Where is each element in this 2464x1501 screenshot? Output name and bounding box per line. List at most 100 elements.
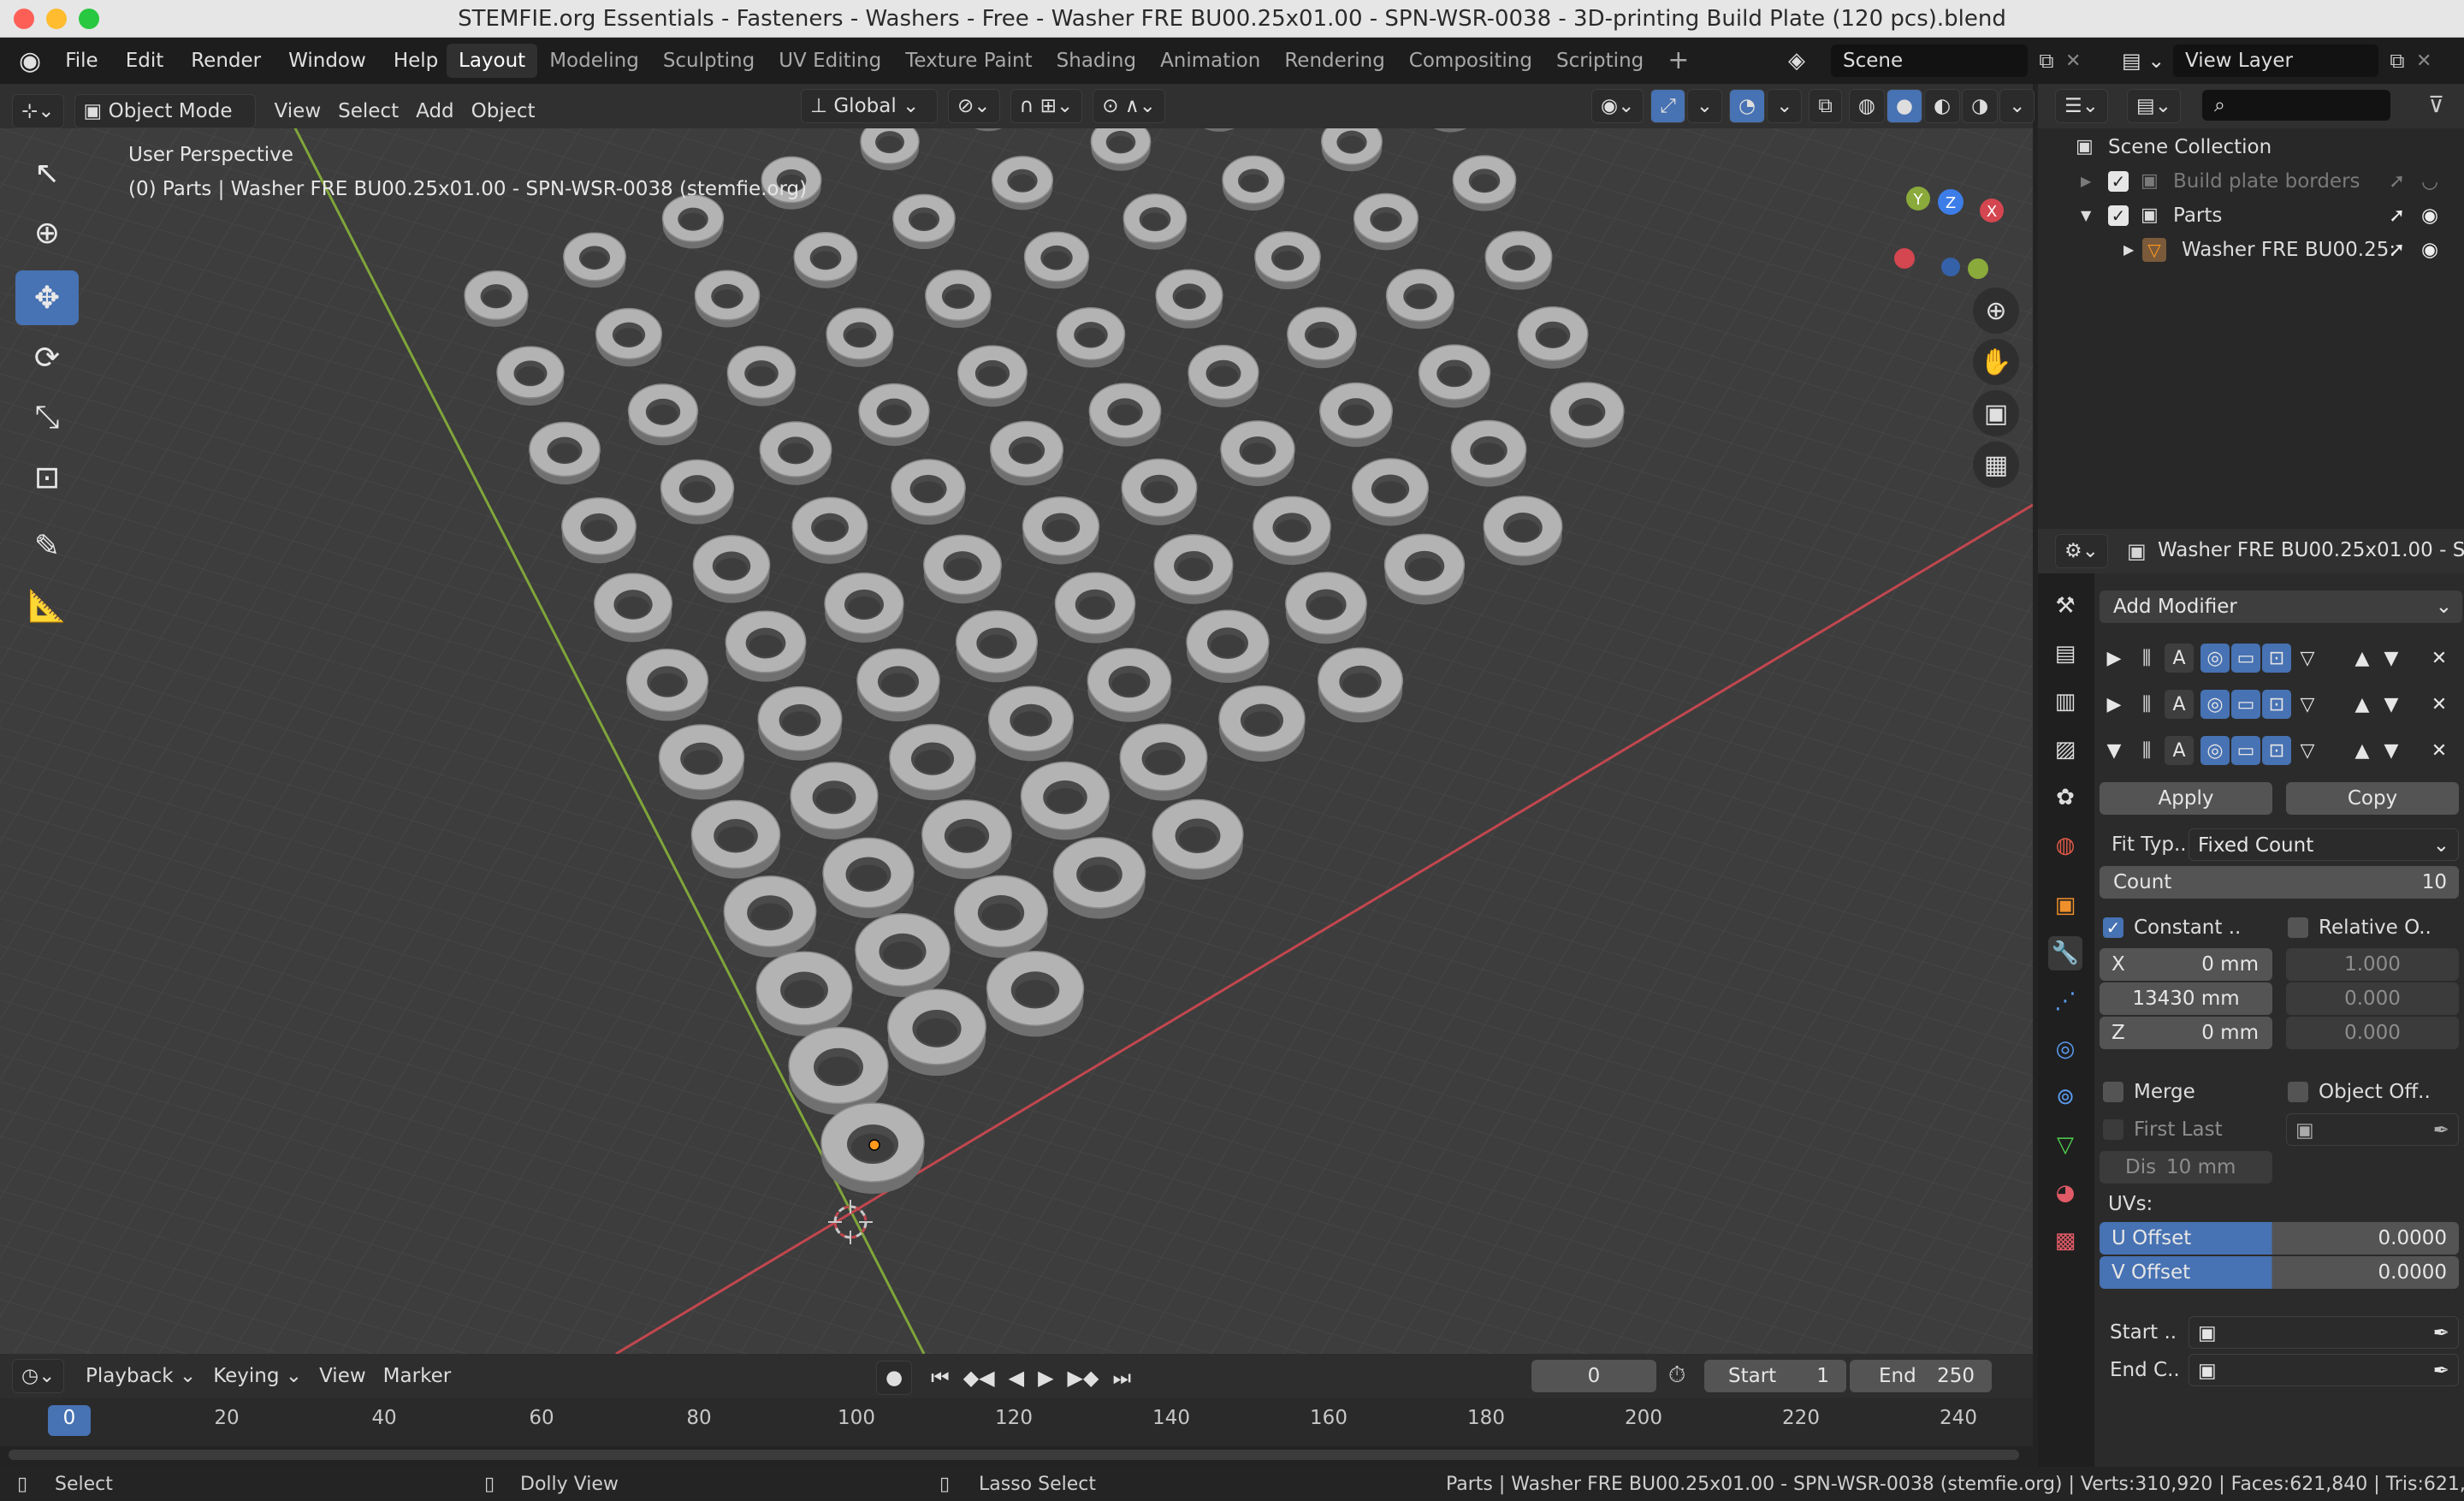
move-up-icon[interactable]: ▲: [2348, 644, 2377, 673]
washer[interactable]: [826, 307, 894, 367]
move-up-icon[interactable]: ▲: [2348, 690, 2377, 719]
menu-add[interactable]: Add: [407, 89, 463, 133]
menu-window[interactable]: Window: [275, 38, 380, 84]
pivot-point-icon[interactable]: ⊘⌄: [948, 89, 1000, 123]
delete-view-layer-icon[interactable]: ✕: [2416, 50, 2442, 72]
washer[interactable]: [759, 421, 832, 485]
remove-modifier-icon[interactable]: ✕: [2425, 644, 2454, 673]
menu-select[interactable]: Select: [329, 89, 407, 133]
washer[interactable]: [757, 685, 843, 761]
material-tab-icon[interactable]: ◕: [2048, 1176, 2082, 1210]
filter-icon[interactable]: ⊽: [2428, 92, 2444, 118]
washer[interactable]: [1285, 572, 1367, 644]
washer[interactable]: [887, 988, 986, 1077]
washer[interactable]: [991, 156, 1054, 211]
washer[interactable]: [793, 232, 858, 288]
washer[interactable]: [593, 573, 673, 643]
jump-end-icon[interactable]: ⏭: [1105, 1366, 1138, 1390]
ortho-grid-icon[interactable]: ▦: [1973, 442, 2019, 488]
delete-scene-icon[interactable]: ✕: [2065, 50, 2091, 72]
tab-rendering[interactable]: Rendering: [1272, 44, 1396, 78]
modifier-name-field[interactable]: A: [2165, 644, 2194, 673]
washer[interactable]: [563, 232, 626, 288]
overlays-menu-icon[interactable]: ⌄: [1767, 89, 1803, 123]
washer[interactable]: [987, 685, 1075, 762]
display-mode-icon[interactable]: ▤⌄: [2127, 89, 2182, 123]
washer[interactable]: [892, 193, 956, 250]
show-render-icon[interactable]: ⊡: [2262, 690, 2291, 719]
first-last-checkbox[interactable]: [2103, 1119, 2123, 1140]
washer[interactable]: [953, 875, 1049, 958]
show-viewport-icon[interactable]: ▭: [2231, 736, 2260, 765]
washer[interactable]: [595, 307, 663, 367]
washer[interactable]: [1254, 231, 1321, 290]
jump-start-icon[interactable]: ⏮: [924, 1366, 957, 1390]
gizmo-menu-icon[interactable]: ⌄: [1686, 89, 1723, 123]
on-cage-icon[interactable]: ▽: [2293, 690, 2322, 719]
expand-arrow-icon[interactable]: ▶: [2100, 644, 2129, 673]
gizmo-neg-x[interactable]: [1894, 248, 1915, 269]
washer[interactable]: [1122, 193, 1188, 250]
washer[interactable]: [1152, 798, 1244, 880]
annotate-tool[interactable]: ✎: [15, 519, 79, 573]
washer[interactable]: [1450, 419, 1527, 487]
washer[interactable]: [925, 269, 992, 329]
properties-editor-type-icon[interactable]: ⚙⌄: [2055, 534, 2108, 568]
mesh-data-tab-icon[interactable]: ▽: [2048, 1128, 2082, 1162]
washer[interactable]: [690, 799, 781, 879]
expand-arrow-icon[interactable]: ▶: [2081, 164, 2091, 199]
render-tab-icon[interactable]: ▤: [2048, 637, 2082, 671]
washer[interactable]: [1452, 155, 1517, 211]
world-tab-icon[interactable]: ◍: [2048, 828, 2082, 863]
editor-type-icon[interactable]: ⊹⌄: [12, 94, 64, 128]
v-offset-field[interactable]: V Offset 0.0000: [2100, 1256, 2459, 1289]
add-workspace-button[interactable]: +: [1656, 44, 1701, 78]
measure-tool[interactable]: 📐: [15, 578, 79, 633]
modifier-tab-icon[interactable]: 🔧: [2048, 936, 2082, 970]
next-keyframe-icon[interactable]: ▶◆: [1061, 1366, 1106, 1390]
fit-type-dropdown[interactable]: Fixed Count ⌄: [2189, 828, 2459, 861]
overlays-toggle-icon[interactable]: ◔: [1729, 89, 1766, 123]
show-viewport-icon[interactable]: ▭: [2231, 644, 2260, 673]
show-render-icon[interactable]: ⊡: [2262, 736, 2291, 765]
washer[interactable]: [723, 875, 817, 958]
modifier-name-field[interactable]: A: [2165, 690, 2194, 719]
tab-compositing[interactable]: Compositing: [1397, 44, 1544, 78]
tab-scripting[interactable]: Scripting: [1544, 44, 1656, 78]
expand-arrow-icon[interactable]: ▶: [2123, 233, 2134, 267]
washer[interactable]: [1385, 269, 1455, 329]
start-cap-field[interactable]: ▣ ✒: [2189, 1316, 2459, 1349]
output-tab-icon[interactable]: ▥: [2048, 685, 2082, 719]
washer[interactable]: [790, 762, 879, 839]
outliner-row-parts[interactable]: ▼ ✓ ▣ Parts ➚ ◉: [2038, 199, 2464, 233]
timeline-view-menu[interactable]: View: [311, 1354, 375, 1398]
washer[interactable]: [957, 345, 1028, 407]
tab-shading[interactable]: Shading: [1045, 44, 1148, 78]
washer[interactable]: [726, 345, 797, 406]
build-plate-checkbox[interactable]: ✓: [2108, 171, 2129, 192]
timeline-ruler[interactable]: 0 20 40 60 80 100 120 140 160 180 200 220 240: [0, 1398, 2033, 1446]
washer[interactable]: [1317, 647, 1404, 723]
count-field[interactable]: Count 10: [2100, 866, 2459, 899]
keying-menu[interactable]: Keying ⌄: [204, 1354, 311, 1398]
washer[interactable]: [1188, 344, 1259, 407]
washer[interactable]: [627, 383, 699, 446]
eye-icon[interactable]: ◉: [2421, 233, 2438, 267]
offset-object-field[interactable]: ▣ ✒: [2286, 1113, 2459, 1146]
outliner-editor-type-icon[interactable]: ☰⌄: [2055, 89, 2108, 123]
scene-canvas[interactable]: [0, 128, 2033, 1354]
camera-icon[interactable]: ▣: [1973, 390, 2019, 436]
menu-file[interactable]: File: [51, 38, 112, 84]
washer[interactable]: [856, 648, 940, 722]
relative-z-field[interactable]: 0.000: [2286, 1017, 2459, 1049]
washer[interactable]: [1484, 230, 1553, 290]
scale-tool[interactable]: ⤡: [15, 390, 79, 445]
play-icon[interactable]: ▶: [1031, 1366, 1060, 1390]
expand-arrow-icon[interactable]: ▶: [2100, 690, 2129, 719]
remove-modifier-icon[interactable]: ✕: [2425, 736, 2454, 765]
collapse-arrow-icon[interactable]: ▼: [2100, 736, 2129, 765]
particles-tab-icon[interactable]: ⋰: [2048, 984, 2082, 1018]
show-in-editmode-icon[interactable]: ◎: [2200, 644, 2230, 673]
rendered-shading-icon[interactable]: ◑: [1962, 89, 1999, 123]
washer[interactable]: [1318, 382, 1394, 448]
